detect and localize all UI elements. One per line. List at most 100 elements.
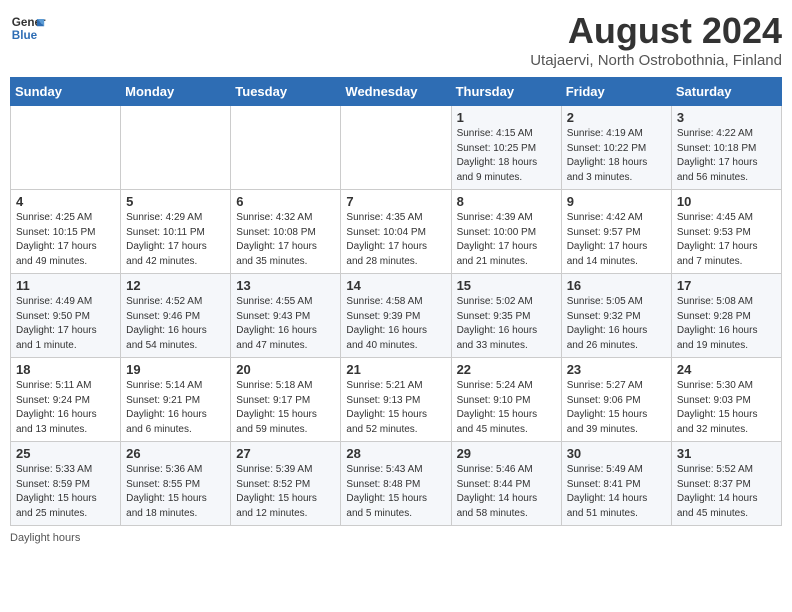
day-info: Sunrise: 4:49 AM Sunset: 9:50 PM Dayligh…: [16, 295, 115, 353]
day-number: 11: [16, 278, 115, 293]
daylight-label: Daylight hours: [10, 532, 80, 544]
day-number: 31: [677, 446, 776, 461]
col-header-wednesday: Wednesday: [341, 78, 451, 106]
day-info: Sunrise: 5:27 AM Sunset: 9:06 PM Dayligh…: [567, 379, 666, 437]
logo: General Blue: [10, 10, 46, 46]
calendar-cell: 16Sunrise: 5:05 AM Sunset: 9:32 PM Dayli…: [561, 274, 671, 358]
calendar-header-row: SundayMondayTuesdayWednesdayThursdayFrid…: [11, 78, 782, 106]
calendar-cell: 22 Sunrise: 5:24 AM Sunset: 9:10 PM Dayli…: [451, 358, 561, 442]
day-number: 4: [16, 194, 115, 209]
calendar-cell: 2Sunrise: 4:19 AM Sunset: 10:22 PM Dayli…: [561, 106, 671, 190]
day-info: Sunrise: 4:25 AM Sunset: 10:15 PM Daylig…: [16, 211, 115, 269]
calendar-cell: 8Sunrise: 4:39 AM Sunset: 10:00 PM Dayli…: [451, 190, 561, 274]
day-number: 3: [677, 110, 776, 125]
calendar-cell: [231, 106, 341, 190]
calendar-cell: 17 Sunrise: 5:08 AM Sunset: 9:28 PM Dayli…: [671, 274, 781, 358]
page-header: General Blue August 2024 Utajaervi, Nort…: [10, 10, 782, 69]
day-info: Sunrise: 5:49 AM Sunset: 8:41 PM Dayligh…: [567, 463, 666, 521]
calendar-subtitle: Utajaervi, North Ostrobothnia, Finland: [530, 52, 782, 69]
calendar-cell: [341, 106, 451, 190]
calendar-cell: 19 Sunrise: 5:14 AM Sunset: 9:21 PM Dayli…: [121, 358, 231, 442]
day-info: Sunrise: 5:52 AM Sunset: 8:37 PM Dayligh…: [677, 463, 776, 521]
calendar-cell: 28 Sunrise: 5:43 AM Sunset: 8:48 PM Dayli…: [341, 442, 451, 526]
day-info: Sunrise: 4:52 AM Sunset: 9:46 PM Dayligh…: [126, 295, 225, 353]
calendar-cell: 7 Sunrise: 4:35 AM Sunset: 10:04 PM Dayli…: [341, 190, 451, 274]
col-header-thursday: Thursday: [451, 78, 561, 106]
calendar-cell: 13 Sunrise: 4:55 AM Sunset: 9:43 PM Dayli…: [231, 274, 341, 358]
day-info: Sunrise: 4:45 AM Sunset: 9:53 PM Dayligh…: [677, 211, 776, 269]
calendar-cell: 1 Sunrise: 4:15 AM Sunset: 10:25 PM Dayli…: [451, 106, 561, 190]
day-number: 1: [457, 110, 556, 125]
day-info: Sunrise: 5:14 AM Sunset: 9:21 PM Dayligh…: [126, 379, 225, 437]
calendar-table: SundayMondayTuesdayWednesdayThursdayFrid…: [10, 77, 782, 526]
day-info: Sunrise: 5:02 AM Sunset: 9:35 PM Dayligh…: [457, 295, 556, 353]
day-number: 26: [126, 446, 225, 461]
day-info: Sunrise: 5:18 AM Sunset: 9:17 PM Dayligh…: [236, 379, 335, 437]
day-number: 20: [236, 362, 335, 377]
calendar-week-1: 1 Sunrise: 4:15 AM Sunset: 10:25 PM Dayli…: [11, 106, 782, 190]
calendar-cell: 31 Sunrise: 5:52 AM Sunset: 8:37 PM Dayli…: [671, 442, 781, 526]
day-info: Sunrise: 4:55 AM Sunset: 9:43 PM Dayligh…: [236, 295, 335, 353]
day-number: 17: [677, 278, 776, 293]
calendar-cell: 24 Sunrise: 5:30 AM Sunset: 9:03 PM Dayli…: [671, 358, 781, 442]
day-number: 29: [457, 446, 556, 461]
day-info: Sunrise: 5:24 AM Sunset: 9:10 PM Dayligh…: [457, 379, 556, 437]
day-number: 22: [457, 362, 556, 377]
calendar-week-5: 25Sunrise: 5:33 AM Sunset: 8:59 PM Dayli…: [11, 442, 782, 526]
day-info: Sunrise: 4:42 AM Sunset: 9:57 PM Dayligh…: [567, 211, 666, 269]
calendar-cell: 10 Sunrise: 4:45 AM Sunset: 9:53 PM Dayli…: [671, 190, 781, 274]
calendar-week-2: 4 Sunrise: 4:25 AM Sunset: 10:15 PM Dayli…: [11, 190, 782, 274]
calendar-cell: 20 Sunrise: 5:18 AM Sunset: 9:17 PM Dayli…: [231, 358, 341, 442]
calendar-cell: 25Sunrise: 5:33 AM Sunset: 8:59 PM Dayli…: [11, 442, 121, 526]
day-info: Sunrise: 5:05 AM Sunset: 9:32 PM Dayligh…: [567, 295, 666, 353]
day-info: Sunrise: 5:39 AM Sunset: 8:52 PM Dayligh…: [236, 463, 335, 521]
day-number: 24: [677, 362, 776, 377]
calendar-cell: 5Sunrise: 4:29 AM Sunset: 10:11 PM Dayli…: [121, 190, 231, 274]
day-number: 18: [16, 362, 115, 377]
day-info: Sunrise: 5:21 AM Sunset: 9:13 PM Dayligh…: [346, 379, 445, 437]
day-number: 12: [126, 278, 225, 293]
day-info: Sunrise: 5:33 AM Sunset: 8:59 PM Dayligh…: [16, 463, 115, 521]
calendar-cell: 9 Sunrise: 4:42 AM Sunset: 9:57 PM Daylig…: [561, 190, 671, 274]
day-info: Sunrise: 4:58 AM Sunset: 9:39 PM Dayligh…: [346, 295, 445, 353]
calendar-cell: 27 Sunrise: 5:39 AM Sunset: 8:52 PM Dayli…: [231, 442, 341, 526]
calendar-cell: 21Sunrise: 5:21 AM Sunset: 9:13 PM Dayli…: [341, 358, 451, 442]
calendar-cell: 30Sunrise: 5:49 AM Sunset: 8:41 PM Dayli…: [561, 442, 671, 526]
day-info: Sunrise: 4:19 AM Sunset: 10:22 PM Daylig…: [567, 127, 666, 185]
day-number: 28: [346, 446, 445, 461]
day-number: 27: [236, 446, 335, 461]
day-number: 9: [567, 194, 666, 209]
calendar-cell: 23 Sunrise: 5:27 AM Sunset: 9:06 PM Dayli…: [561, 358, 671, 442]
day-number: 13: [236, 278, 335, 293]
col-header-tuesday: Tuesday: [231, 78, 341, 106]
calendar-cell: 14Sunrise: 4:58 AM Sunset: 9:39 PM Dayli…: [341, 274, 451, 358]
day-info: Sunrise: 4:22 AM Sunset: 10:18 PM Daylig…: [677, 127, 776, 185]
title-area: August 2024 Utajaervi, North Ostrobothni…: [530, 10, 782, 69]
day-info: Sunrise: 4:35 AM Sunset: 10:04 PM Daylig…: [346, 211, 445, 269]
day-number: 10: [677, 194, 776, 209]
day-info: Sunrise: 4:32 AM Sunset: 10:08 PM Daylig…: [236, 211, 335, 269]
day-number: 6: [236, 194, 335, 209]
day-info: Sunrise: 5:30 AM Sunset: 9:03 PM Dayligh…: [677, 379, 776, 437]
svg-text:Blue: Blue: [12, 29, 38, 42]
day-number: 8: [457, 194, 556, 209]
day-number: 7: [346, 194, 445, 209]
calendar-cell: 11 Sunrise: 4:49 AM Sunset: 9:50 PM Dayli…: [11, 274, 121, 358]
calendar-title: August 2024: [530, 10, 782, 52]
calendar-cell: [11, 106, 121, 190]
calendar-cell: 18Sunrise: 5:11 AM Sunset: 9:24 PM Dayli…: [11, 358, 121, 442]
calendar-cell: 29 Sunrise: 5:46 AM Sunset: 8:44 PM Dayli…: [451, 442, 561, 526]
day-info: Sunrise: 5:43 AM Sunset: 8:48 PM Dayligh…: [346, 463, 445, 521]
day-info: Sunrise: 5:36 AM Sunset: 8:55 PM Dayligh…: [126, 463, 225, 521]
logo-icon: General Blue: [10, 10, 46, 46]
calendar-week-4: 18Sunrise: 5:11 AM Sunset: 9:24 PM Dayli…: [11, 358, 782, 442]
calendar-cell: 6 Sunrise: 4:32 AM Sunset: 10:08 PM Dayli…: [231, 190, 341, 274]
day-info: Sunrise: 5:08 AM Sunset: 9:28 PM Dayligh…: [677, 295, 776, 353]
day-info: Sunrise: 4:15 AM Sunset: 10:25 PM Daylig…: [457, 127, 556, 185]
calendar-cell: [121, 106, 231, 190]
day-info: Sunrise: 5:46 AM Sunset: 8:44 PM Dayligh…: [457, 463, 556, 521]
day-number: 19: [126, 362, 225, 377]
day-number: 23: [567, 362, 666, 377]
col-header-monday: Monday: [121, 78, 231, 106]
day-number: 15: [457, 278, 556, 293]
